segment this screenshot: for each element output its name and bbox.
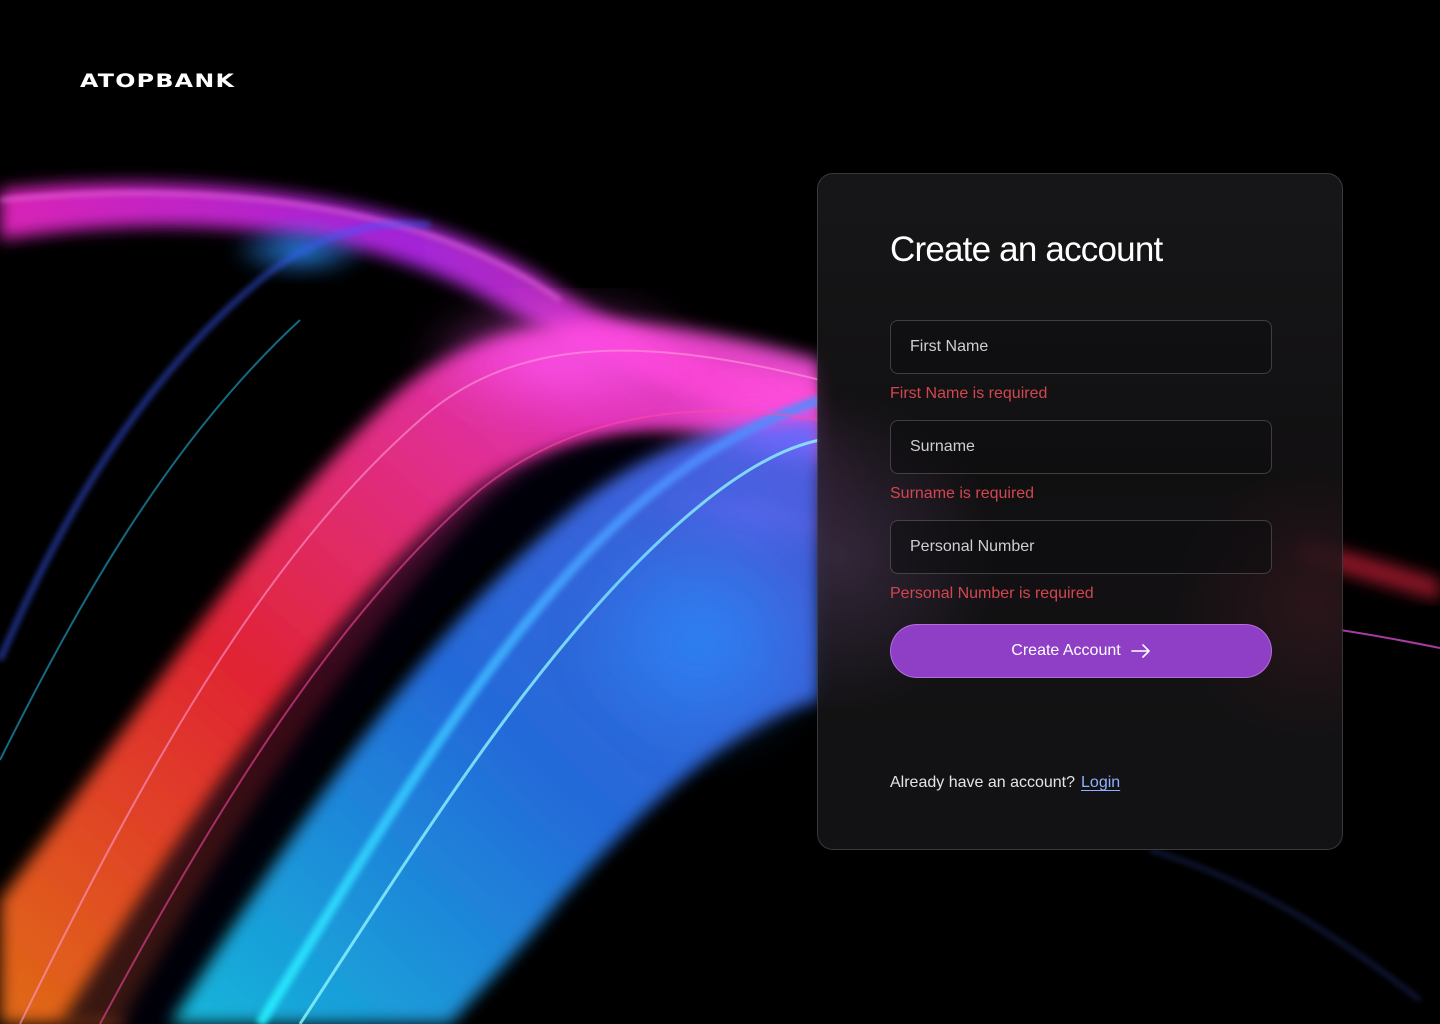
surname-input[interactable] [890, 420, 1272, 474]
login-prompt: Already have an account? Login [890, 774, 1120, 792]
surname-error: Surname is required [890, 485, 1035, 502]
card-glow-secondary [1162, 474, 1342, 734]
create-account-label: Create Account [1011, 642, 1121, 659]
signup-card: Create an account First Name is required… [817, 173, 1343, 850]
login-link[interactable]: Login [1081, 774, 1120, 791]
brand-logo[interactable]: ATOPBANK [80, 70, 235, 92]
personal-number-error: Personal Number is required [890, 585, 1094, 602]
first-name-input[interactable] [890, 320, 1272, 374]
login-prompt-text: Already have an account? [890, 774, 1076, 791]
arrow-right-icon [1130, 644, 1150, 658]
create-account-button[interactable]: Create Account [890, 624, 1272, 678]
form-title: Create an account [890, 230, 1163, 269]
personal-number-input[interactable] [890, 520, 1272, 574]
first-name-error: First Name is required [890, 385, 1048, 402]
